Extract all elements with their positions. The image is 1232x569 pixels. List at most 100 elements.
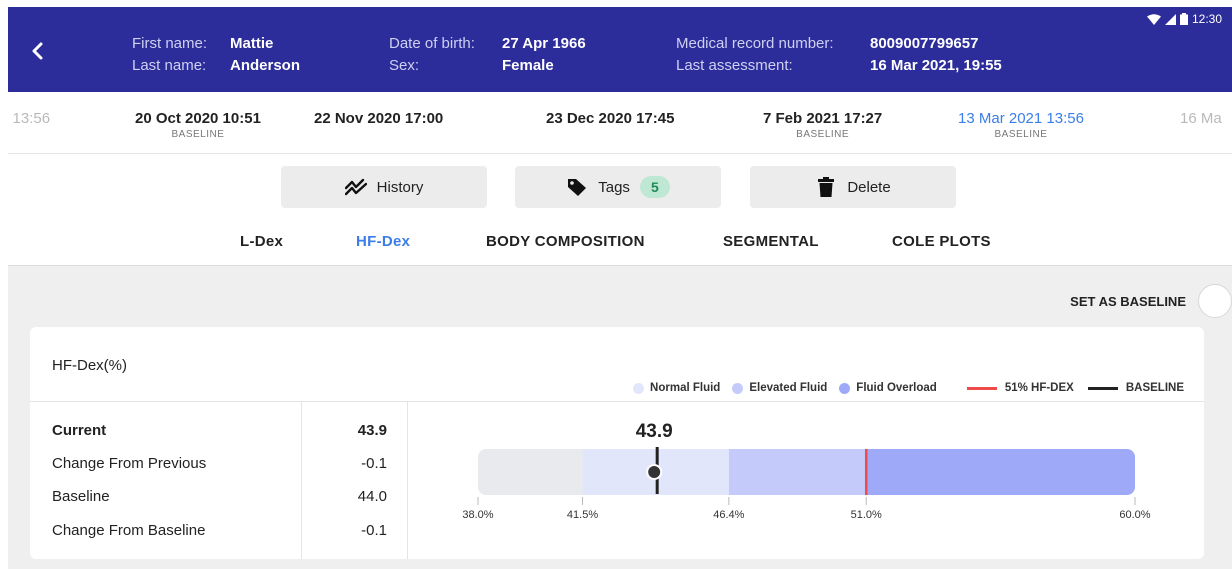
legend-label: Fluid Overload xyxy=(856,382,937,394)
delete-label: Delete xyxy=(847,178,891,196)
back-button[interactable] xyxy=(28,41,48,61)
stat-label-change-previous: Change From Previous xyxy=(52,455,207,472)
tab-bar: L-Dex HF-Dex BODY COMPOSITION SEGMENTAL … xyxy=(8,216,1232,266)
stat-value-baseline: 44.0 xyxy=(357,488,387,505)
tags-count-badge: 5 xyxy=(639,176,670,198)
patient-record-block: Medical record number: 8009007799657 Last… xyxy=(676,33,1002,77)
patient-dob-block: Date of birth: 27 Apr 1966 Sex: Female xyxy=(389,33,586,77)
current-value-dot xyxy=(646,464,663,480)
wifi-icon xyxy=(1146,13,1161,25)
set-baseline-label: SET AS BASELINE xyxy=(1070,293,1186,309)
first-name-label: First name: xyxy=(132,35,208,52)
gauge-svg: 43.9 38.0% 41.5% 46.4% 51.0% 60.0% xyxy=(462,421,1150,521)
content-area: SET AS BASELINE HF-Dex(%) Normal Fluid E… xyxy=(8,266,1232,569)
date-item[interactable]: 7 Feb 2021 17:27 BASELINE xyxy=(763,110,882,140)
legend-label: BASELINE xyxy=(1125,382,1184,394)
tab-body-composition[interactable]: BODY COMPOSITION xyxy=(486,233,645,250)
sex-label: Sex: xyxy=(389,57,420,74)
legend-elevated: Elevated Fluid xyxy=(732,382,827,394)
legend-label: Normal Fluid xyxy=(650,382,721,394)
date-label: 22 Nov 2020 17:00 xyxy=(314,110,444,127)
tab-l-dex[interactable]: L-Dex xyxy=(240,233,283,250)
axis-tick-label: 60.0% xyxy=(1119,509,1150,521)
baseline-tag: BASELINE xyxy=(171,129,225,140)
divider xyxy=(301,402,302,559)
chart-legend: Normal Fluid Elevated Fluid Fluid Overlo… xyxy=(621,382,1184,394)
axis-tick-label: 46.4% xyxy=(713,509,744,521)
date-label: 0 13:56 xyxy=(8,110,51,127)
set-baseline-row: SET AS BASELINE xyxy=(1070,284,1232,318)
card-title: HF-Dex(%) xyxy=(52,357,127,374)
tags-label: Tags xyxy=(598,178,630,196)
status-bar: 12:30 xyxy=(1146,12,1222,26)
legend-swatch xyxy=(966,386,997,390)
assessment-date-strip: 0 13:56 20 Oct 2020 10:51 BASELINE 22 No… xyxy=(8,92,1232,154)
legend-label: Elevated Fluid xyxy=(749,382,828,394)
hf-dex-gauge-chart: 43.9 38.0% 41.5% 46.4% 51.0% 60.0% xyxy=(408,402,1204,559)
stat-label-baseline: Baseline xyxy=(52,488,110,505)
current-value-label: 43.9 xyxy=(636,421,673,442)
date-label: 16 Ma xyxy=(1180,110,1222,127)
stat-label-current: Current xyxy=(52,422,107,439)
mrn-label: Medical record number: xyxy=(676,35,834,52)
patient-name-block: First name: Mattie Last name: Anderson xyxy=(132,33,300,77)
legend-overload: Fluid Overload xyxy=(839,382,937,394)
history-label: History xyxy=(376,178,424,196)
date-item[interactable]: 20 Oct 2020 10:51 BASELINE xyxy=(135,110,261,140)
sex-value: Female xyxy=(502,57,554,74)
status-time: 12:30 xyxy=(1191,12,1222,26)
date-label: 23 Dec 2020 17:45 xyxy=(546,110,675,127)
legend-label: 51% HF-DEX xyxy=(1004,382,1074,394)
date-label: 13 Mar 2021 13:56 xyxy=(958,110,1084,127)
gauge-zone-fluid-overload xyxy=(866,449,1135,495)
legend-threshold: 51% HF-DEX xyxy=(966,382,1074,394)
date-item[interactable]: 23 Dec 2020 17:45 xyxy=(546,110,674,127)
axis-tick-label: 38.0% xyxy=(462,509,493,521)
date-label: 7 Feb 2021 17:27 xyxy=(763,110,883,127)
stat-label-change-baseline: Change From Baseline xyxy=(52,522,206,539)
date-label: 20 Oct 2020 10:51 xyxy=(135,110,261,127)
signal-icon xyxy=(1164,13,1176,25)
dob-value: 27 Apr 1966 xyxy=(502,35,586,52)
axis-tick-label: 41.5% xyxy=(567,509,598,521)
legend-swatch xyxy=(732,382,744,394)
chevron-left-icon xyxy=(32,42,43,60)
legend-swatch xyxy=(1087,386,1118,390)
history-button[interactable]: History xyxy=(281,166,487,208)
gauge-zone-low xyxy=(478,449,583,495)
tab-cole-plots[interactable]: COLE PLOTS xyxy=(892,233,991,250)
date-item-selected[interactable]: 13 Mar 2021 13:56 BASELINE xyxy=(958,110,1084,140)
last-name-label: Last name: xyxy=(132,57,207,74)
mrn-value: 8009007799657 xyxy=(870,35,979,52)
first-name-value: Mattie xyxy=(230,35,274,52)
delete-button[interactable]: Delete xyxy=(750,166,956,208)
date-item[interactable]: 22 Nov 2020 17:00 xyxy=(314,110,443,127)
set-baseline-toggle[interactable] xyxy=(1198,284,1232,318)
gauge-zone-elevated-fluid xyxy=(728,449,867,495)
last-assessment-label: Last assessment: xyxy=(676,57,793,74)
hf-dex-card: HF-Dex(%) Normal Fluid Elevated Fluid Fl… xyxy=(30,327,1204,559)
dob-label: Date of birth: xyxy=(389,35,475,52)
axis-tick-label: 51.0% xyxy=(851,509,882,521)
battery-icon xyxy=(1179,13,1188,25)
date-item[interactable]: 0 13:56 xyxy=(8,110,50,127)
history-trend-icon xyxy=(344,176,367,198)
tab-segmental[interactable]: SEGMENTAL xyxy=(723,233,819,250)
date-item[interactable]: 16 Ma xyxy=(1180,110,1222,127)
baseline-tag: BASELINE xyxy=(796,129,850,140)
stat-value-current: 43.9 xyxy=(357,422,387,439)
app-root: 12:30 First name: Mattie Last name: Anders… xyxy=(0,0,1232,569)
tag-icon xyxy=(566,176,588,198)
action-bar: History Tags 5 Delete xyxy=(8,154,1232,216)
last-assessment-value: 16 Mar 2021, 19:55 xyxy=(870,57,1002,74)
legend-swatch xyxy=(633,382,645,394)
trash-icon xyxy=(815,176,837,198)
stat-value-change-baseline: -0.1 xyxy=(361,522,387,539)
patient-header: 12:30 First name: Mattie Last name: Anders… xyxy=(8,7,1232,92)
legend-baseline: BASELINE xyxy=(1087,382,1184,394)
legend-normal: Normal Fluid xyxy=(633,382,720,394)
tags-button[interactable]: Tags 5 xyxy=(515,166,721,208)
legend-swatch xyxy=(839,382,851,394)
tab-hf-dex[interactable]: HF-Dex xyxy=(356,233,410,250)
last-name-value: Anderson xyxy=(230,57,301,74)
